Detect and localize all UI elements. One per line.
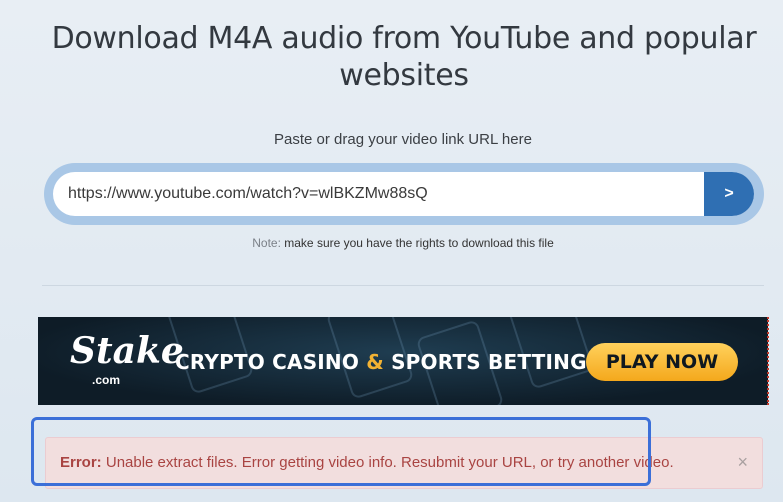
page-title: Download M4A audio from YouTube and popu… bbox=[51, 21, 757, 93]
error-text: Error: Unable extract files. Error getti… bbox=[60, 454, 674, 471]
ad-tagline: CRYPTO CASINO & SPORTS BETTING bbox=[175, 350, 587, 374]
rights-note: Note: make sure you have the rights to d… bbox=[0, 236, 783, 250]
url-instruction: Paste or drag your video link URL here bbox=[274, 131, 532, 148]
error-message: Unable extract files. Error getting vide… bbox=[105, 454, 674, 471]
ad-tagline-part2: SPORTS BETTING bbox=[391, 350, 587, 374]
ad-logo-sub: .com bbox=[92, 373, 121, 387]
ad-play-now-button[interactable]: PLAY NOW bbox=[586, 343, 738, 381]
ad-logo: Stake bbox=[70, 330, 184, 372]
url-form: > bbox=[44, 163, 764, 225]
url-form-inner: > bbox=[53, 172, 754, 216]
close-icon[interactable]: × bbox=[737, 452, 748, 473]
error-label: Error: bbox=[60, 454, 102, 471]
ad-tagline-amp: & bbox=[366, 350, 384, 374]
url-input[interactable] bbox=[53, 172, 693, 216]
note-text: make sure you have the rights to downloa… bbox=[284, 236, 554, 250]
ad-banner[interactable]: Stake .com CRYPTO CASINO & SPORTS BETTIN… bbox=[38, 317, 768, 405]
ad-border-right bbox=[767, 317, 769, 405]
note-label: Note: bbox=[252, 236, 281, 250]
submit-button[interactable]: > bbox=[704, 172, 754, 216]
ad-tagline-part1: CRYPTO CASINO bbox=[175, 350, 360, 374]
divider bbox=[42, 285, 764, 286]
error-alert: Error: Unable extract files. Error getti… bbox=[45, 437, 763, 489]
